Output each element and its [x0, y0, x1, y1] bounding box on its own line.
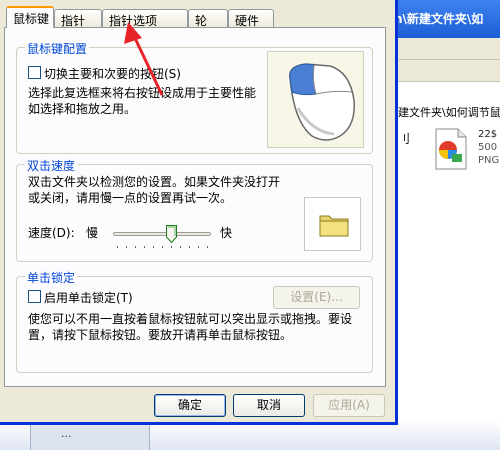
background-menubar	[388, 38, 500, 60]
click-lock-checkbox[interactable]	[28, 290, 41, 303]
slider-tick	[162, 246, 163, 248]
background-explorer-window: n\新建文件夹\如 建文件夹\如何调节鼠 刂	[388, 0, 500, 450]
tab-label: 鼠标键	[13, 12, 50, 26]
switch-buttons-description: 选择此复选框来将右按钮设成用于主要性能如选择和拖放之用。	[28, 86, 257, 116]
tab-label: 指针	[61, 14, 86, 28]
cancel-button[interactable]: 取消	[233, 394, 305, 417]
click-lock-label: 启用单击锁定(T)	[44, 291, 133, 305]
double-click-speed-slider[interactable]	[113, 232, 211, 236]
background-file-label: 22$ 500 PNG	[478, 128, 499, 167]
slider-tick	[126, 246, 127, 248]
file-size: 500	[478, 142, 498, 153]
mouse-properties-dialog: 鼠标键 指针 指针选项 轮 硬件 鼠标键配置 切换主要和次要的按钮(S) 选择此…	[0, 0, 398, 425]
group-title: 鼠标键配置	[25, 40, 90, 57]
file-name: 22$	[478, 129, 498, 140]
tab-hardware[interactable]: 硬件	[228, 9, 274, 28]
group-title: 双击速度	[25, 157, 78, 174]
slider-tick	[171, 246, 172, 248]
background-partial-text: 刂	[398, 132, 411, 146]
background-path-text: 建文件夹\如何调节鼠	[398, 106, 500, 119]
fast-label: 快	[220, 226, 233, 240]
folder-icon	[319, 215, 349, 237]
background-bottom-item-label: ...	[61, 427, 72, 440]
ok-button[interactable]: 确定	[154, 394, 226, 417]
mouse-icon	[289, 63, 355, 141]
mouse-illustration	[267, 51, 364, 148]
switch-buttons-label: 切换主要和次要的按钮(S)	[44, 67, 181, 81]
test-folder-area[interactable]	[304, 197, 361, 251]
tab-buttons[interactable]: 鼠标键	[6, 6, 54, 28]
slow-label: 慢	[86, 226, 99, 240]
click-lock-description: 使您可以不用一直按着鼠标按钮就可以突出显示或拖拽。要设置，请按下鼠标按钮。要放开…	[28, 312, 353, 342]
slider-tick	[180, 246, 181, 248]
slider-tick	[189, 246, 190, 248]
click-lock-settings-button[interactable]: 设置(E)...	[273, 286, 360, 309]
slider-tick	[207, 246, 208, 248]
slider-tick	[153, 246, 154, 248]
tab-label: 指针选项	[109, 14, 158, 28]
tab-pointers[interactable]: 指针	[54, 9, 102, 28]
slider-thumb[interactable]	[166, 225, 178, 243]
tab-wheel[interactable]: 轮	[188, 9, 228, 28]
slider-tick	[198, 246, 199, 248]
tab-pointer-options[interactable]: 指针选项	[102, 9, 188, 28]
png-file-icon[interactable]	[434, 128, 468, 170]
background-addressbar	[388, 60, 500, 82]
slider-tick	[144, 246, 145, 248]
group-title: 单击锁定	[25, 269, 78, 286]
tab-label: 硬件	[235, 14, 260, 28]
double-click-description: 双击文件夹以检测您的设置。如果文件夹没打开或关闭，请用慢一点的设置再试一次。	[28, 175, 281, 205]
background-window-title: n\新建文件夹\如	[388, 0, 500, 38]
speed-label: 速度(D):	[28, 226, 75, 240]
slider-tick	[135, 246, 136, 248]
apply-button[interactable]: 应用(A)	[313, 394, 385, 417]
slider-tick	[117, 246, 118, 248]
switch-buttons-checkbox[interactable]	[28, 66, 41, 79]
file-type: PNG	[478, 155, 500, 166]
tab-label: 轮	[195, 14, 208, 28]
